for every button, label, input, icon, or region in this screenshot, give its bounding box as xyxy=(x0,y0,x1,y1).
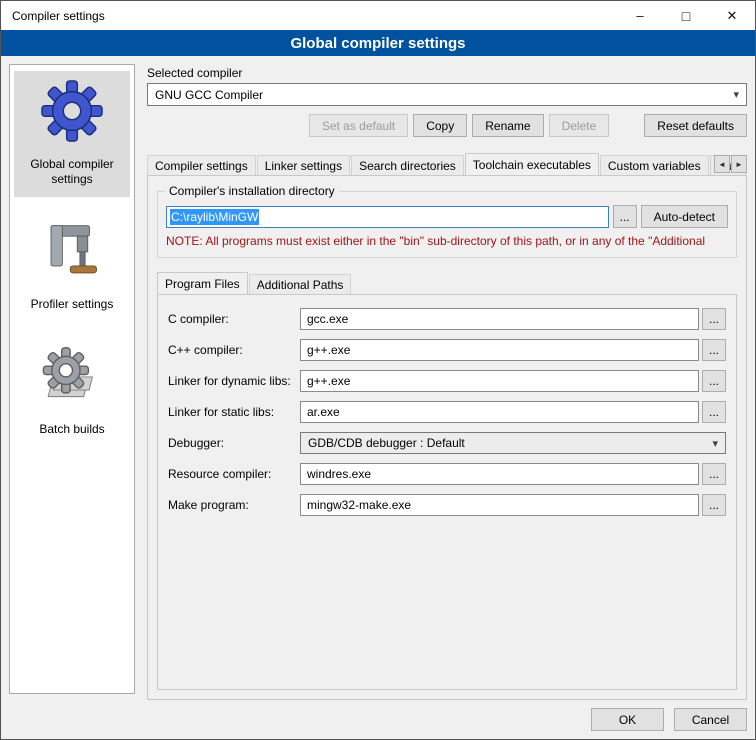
form-row-cpp-compiler: C++ compiler: g++.exe ... xyxy=(168,339,726,361)
field-value: ar.exe xyxy=(307,405,340,419)
field-label: Linker for dynamic libs: xyxy=(168,374,300,388)
field-label: Make program: xyxy=(168,498,300,512)
browse-c-compiler-button[interactable]: ... xyxy=(702,308,726,330)
compiler-select[interactable]: GNU GCC Compiler ▾ xyxy=(147,83,747,106)
form-row-make-program: Make program: mingw32-make.exe ... xyxy=(168,494,726,516)
tab-scroll-buttons: ◄ ► xyxy=(714,155,747,173)
minimize-button[interactable]: – xyxy=(617,1,663,30)
profiler-tool-icon xyxy=(44,219,100,283)
sidebar-item-batch-builds[interactable]: Batch builds xyxy=(14,336,130,447)
browse-dynamic-linker-button[interactable]: ... xyxy=(702,370,726,392)
dialog-footer: OK Cancel xyxy=(147,700,747,731)
field-label: C++ compiler: xyxy=(168,343,300,357)
toolchain-executables-panel: Compiler's installation directory C:\ray… xyxy=(147,175,747,700)
static-linker-input[interactable]: ar.exe xyxy=(300,401,699,423)
ok-button[interactable]: OK xyxy=(591,708,664,731)
window-controls: – □ ✕ xyxy=(617,1,755,30)
chevron-down-icon: ▾ xyxy=(706,437,718,450)
auto-detect-button[interactable]: Auto-detect xyxy=(641,205,728,228)
page-title: Global compiler settings xyxy=(1,30,755,56)
field-label: Resource compiler: xyxy=(168,467,300,481)
program-files-panel: C compiler: gcc.exe ... C++ compiler: g+… xyxy=(157,294,737,690)
titlebar: Compiler settings – □ ✕ xyxy=(1,1,755,30)
dynamic-linker-input[interactable]: g++.exe xyxy=(300,370,699,392)
reset-defaults-button[interactable]: Reset defaults xyxy=(644,114,747,137)
field-label: C compiler: xyxy=(168,312,300,326)
field-value: g++.exe xyxy=(307,343,350,357)
set-as-default-button[interactable]: Set as default xyxy=(309,114,408,137)
cancel-button[interactable]: Cancel xyxy=(674,708,747,731)
browse-make-program-button[interactable]: ... xyxy=(702,494,726,516)
field-label: Debugger: xyxy=(168,436,300,450)
debugger-select[interactable]: GDB/CDB debugger : Default ▾ xyxy=(300,432,726,454)
installation-directory-label: Compiler's installation directory xyxy=(165,184,339,198)
form-row-static-linker: Linker for static libs: ar.exe ... xyxy=(168,401,726,423)
cpp-compiler-input[interactable]: g++.exe xyxy=(300,339,699,361)
settings-category-list: Global compiler settings Profiler settin… xyxy=(9,64,135,694)
tab-scroll-left-icon[interactable]: ◄ xyxy=(714,155,730,173)
field-value: windres.exe xyxy=(307,467,371,481)
browse-cpp-compiler-button[interactable]: ... xyxy=(702,339,726,361)
resource-compiler-input[interactable]: windres.exe xyxy=(300,463,699,485)
delete-button[interactable]: Delete xyxy=(549,114,610,137)
form-row-dynamic-linker: Linker for dynamic libs: g++.exe ... xyxy=(168,370,726,392)
installation-directory-group: Compiler's installation directory C:\ray… xyxy=(157,191,737,258)
dialog-content: Global compiler settings Profiler settin… xyxy=(1,56,755,739)
tab-compiler-settings[interactable]: Compiler settings xyxy=(147,155,256,175)
compiler-settings-window: Compiler settings – □ ✕ Global compiler … xyxy=(0,0,756,740)
c-compiler-input[interactable]: gcc.exe xyxy=(300,308,699,330)
main-column: Selected compiler GNU GCC Compiler ▾ Set… xyxy=(147,64,747,731)
field-value: mingw32-make.exe xyxy=(307,498,411,512)
field-value: gcc.exe xyxy=(307,312,348,326)
main-panel: Selected compiler GNU GCC Compiler ▾ Set… xyxy=(147,64,747,700)
form-row-c-compiler: C compiler: gcc.exe ... xyxy=(168,308,726,330)
selected-path-text: C:\raylib\MinGW xyxy=(170,209,259,225)
installation-directory-row: C:\raylib\MinGW ... Auto-detect xyxy=(166,205,728,228)
rename-button[interactable]: Rename xyxy=(472,114,543,137)
close-button[interactable]: ✕ xyxy=(709,1,755,30)
form-row-resource-compiler: Resource compiler: windres.exe ... xyxy=(168,463,726,485)
browse-static-linker-button[interactable]: ... xyxy=(702,401,726,423)
tab-additional-paths[interactable]: Additional Paths xyxy=(249,274,352,294)
field-value: g++.exe xyxy=(307,374,350,388)
chevron-down-icon: ▾ xyxy=(727,88,739,101)
window-title: Compiler settings xyxy=(1,9,105,23)
compiler-select-value: GNU GCC Compiler xyxy=(155,88,263,102)
sidebar-item-global-compiler-settings[interactable]: Global compiler settings xyxy=(14,71,130,197)
installation-directory-input[interactable]: C:\raylib\MinGW xyxy=(166,206,609,228)
program-files-tabstrip: Program Files Additional Paths xyxy=(157,271,737,294)
sidebar-item-label: Batch builds xyxy=(39,422,104,437)
copy-button[interactable]: Copy xyxy=(413,114,467,137)
sidebar-item-label: Profiler settings xyxy=(31,297,114,312)
browse-resource-compiler-button[interactable]: ... xyxy=(702,463,726,485)
gray-gear-stack-icon xyxy=(42,344,102,408)
tab-program-files[interactable]: Program Files xyxy=(157,272,248,294)
blue-gear-icon xyxy=(41,79,103,143)
browse-directory-button[interactable]: ... xyxy=(613,205,637,228)
bin-subdirectory-note: NOTE: All programs must exist either in … xyxy=(166,234,728,248)
tab-linker-settings[interactable]: Linker settings xyxy=(257,155,350,175)
tab-search-directories[interactable]: Search directories xyxy=(351,155,464,175)
sidebar-item-label: Global compiler settings xyxy=(16,157,128,187)
compiler-action-buttons: Set as default Copy Rename Delete Reset … xyxy=(147,114,747,137)
field-value: GDB/CDB debugger : Default xyxy=(308,436,465,450)
field-label: Linker for static libs: xyxy=(168,405,300,419)
maximize-button[interactable]: □ xyxy=(663,1,709,30)
form-row-debugger: Debugger: GDB/CDB debugger : Default ▾ xyxy=(168,432,726,454)
make-program-input[interactable]: mingw32-make.exe xyxy=(300,494,699,516)
tab-scroll-right-icon[interactable]: ► xyxy=(731,155,747,173)
tab-custom-variables[interactable]: Custom variables xyxy=(600,155,709,175)
settings-tabstrip: Compiler settings Linker settings Search… xyxy=(147,152,747,175)
tab-toolchain-executables[interactable]: Toolchain executables xyxy=(465,153,599,175)
selected-compiler-label: Selected compiler xyxy=(147,66,747,80)
sidebar-item-profiler-settings[interactable]: Profiler settings xyxy=(14,211,130,322)
